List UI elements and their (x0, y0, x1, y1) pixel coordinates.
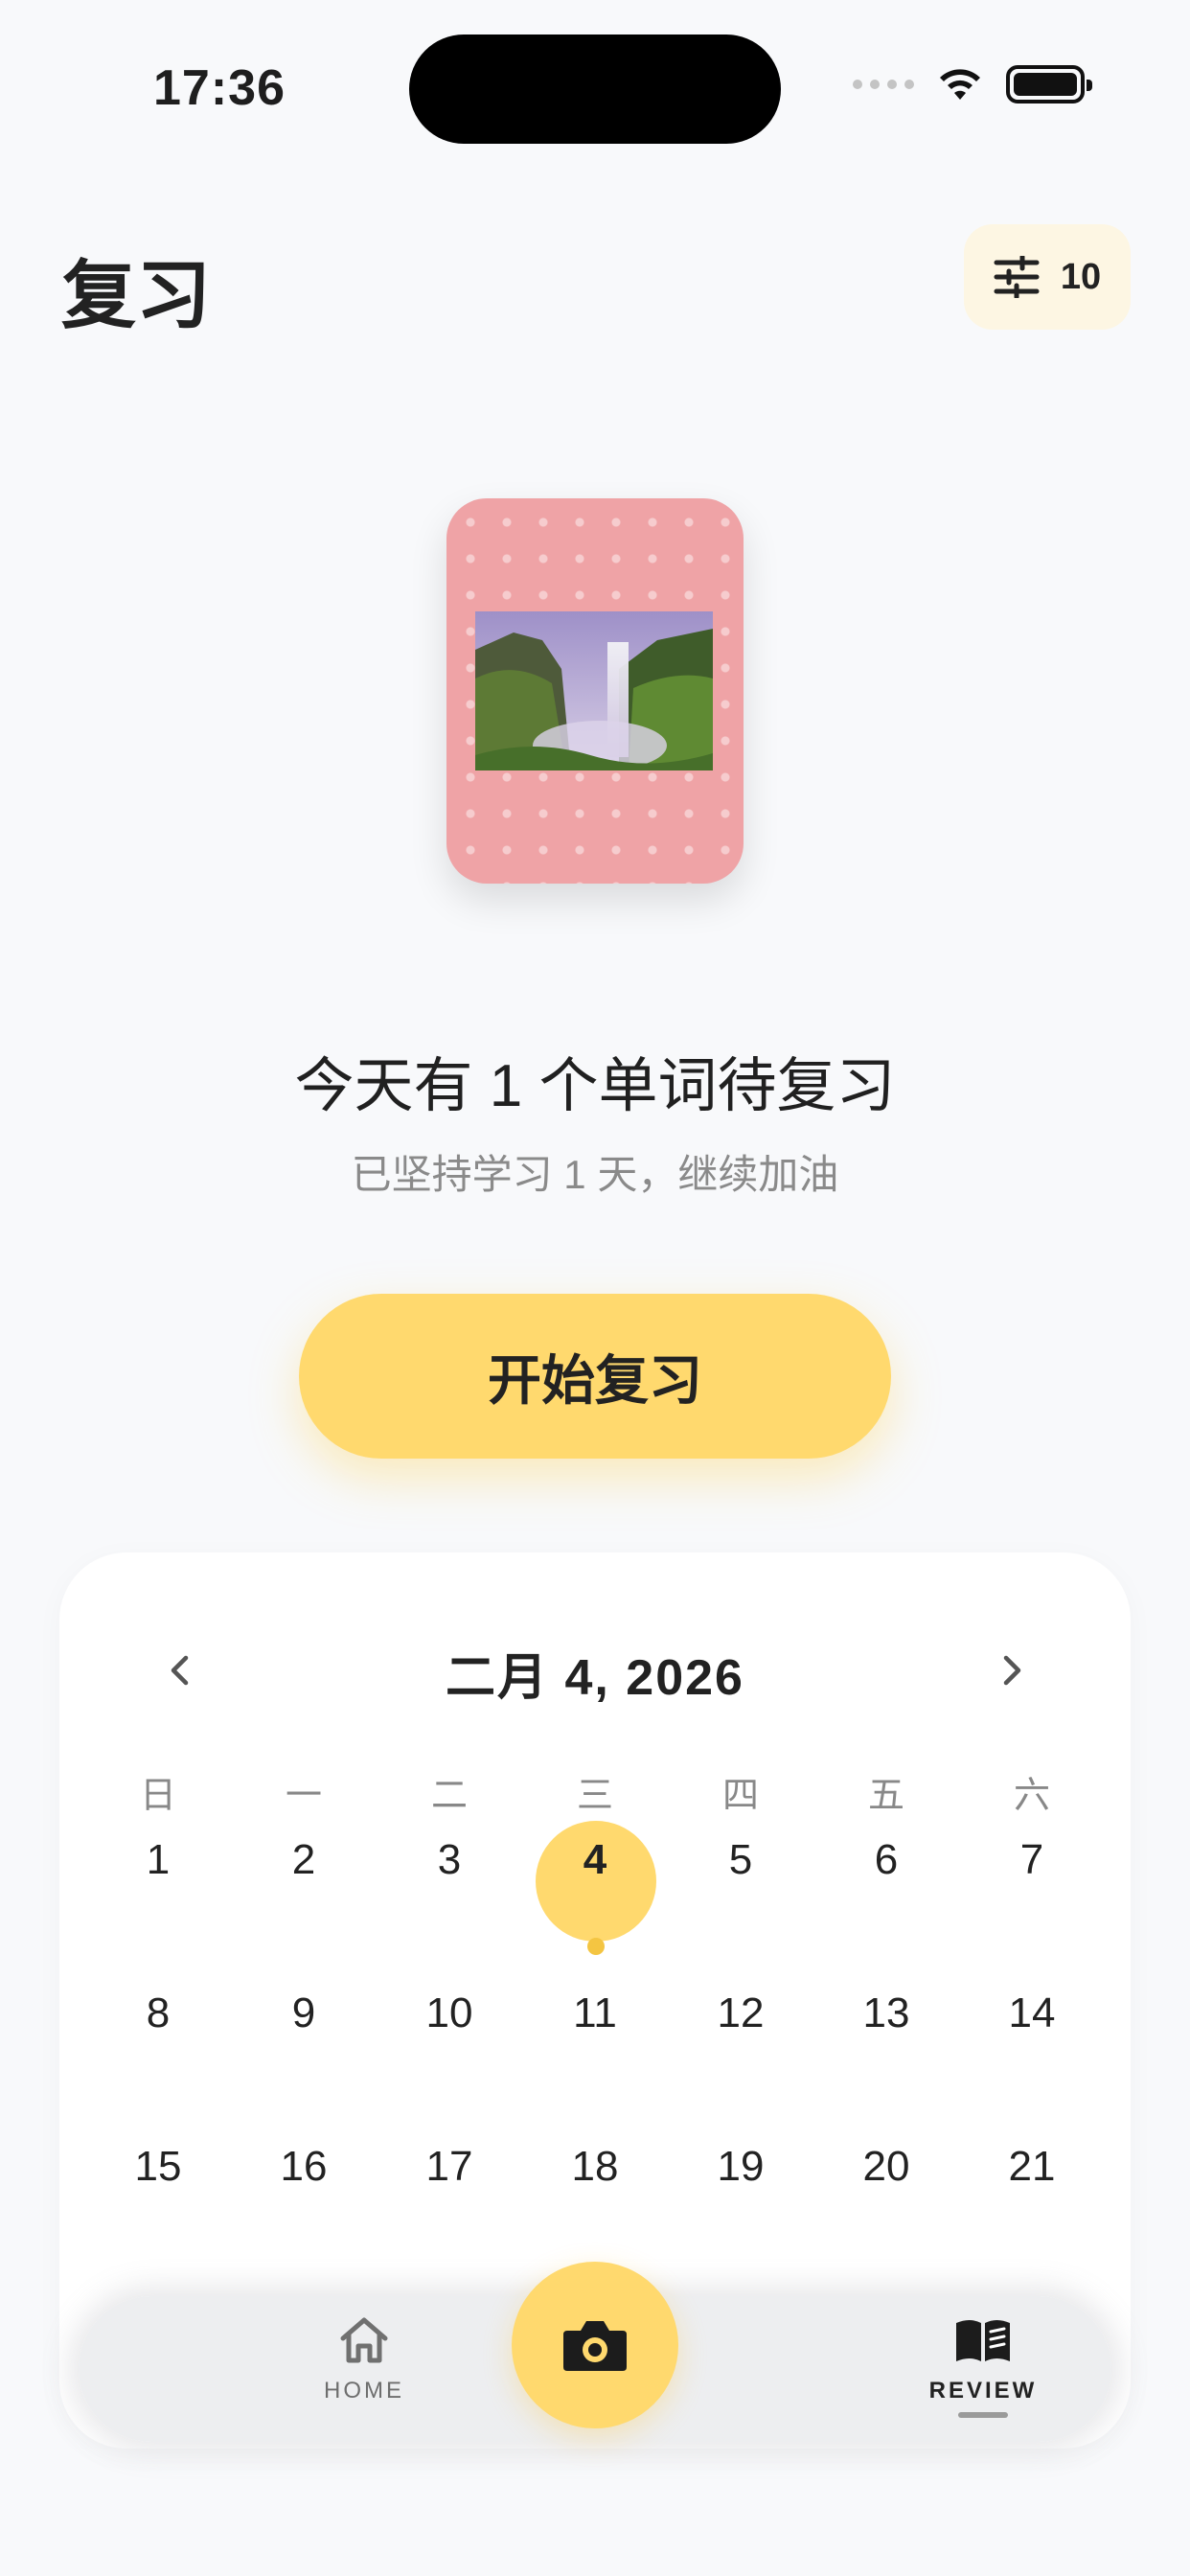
signal-icon (853, 80, 914, 89)
tab-home[interactable]: HOME (278, 2315, 450, 2404)
chevron-right-icon[interactable] (989, 1646, 1037, 1694)
tab-review[interactable]: REVIEW (897, 2315, 1069, 2418)
calendar-month-title: 二月 4, 2026 (446, 1650, 744, 1706)
calendar-day[interactable]: 3 (387, 1836, 512, 1884)
calendar-day[interactable]: 7 (970, 1836, 1094, 1884)
sliders-icon (994, 256, 1040, 298)
book-icon (956, 2320, 1010, 2361)
calendar-day[interactable]: 20 (824, 2143, 949, 2191)
calendar-day[interactable]: 5 (678, 1836, 803, 1884)
calendar-day[interactable]: 21 (970, 2143, 1094, 2191)
calendar-day[interactable]: 17 (387, 2143, 512, 2191)
calendar-day[interactable]: 2 (241, 1836, 366, 1884)
calendar-day[interactable]: 12 (678, 1990, 803, 2037)
dynamic-island (409, 34, 781, 144)
review-marker-dot (587, 1938, 605, 1955)
weekday-label: 四 (721, 1776, 759, 1816)
camera-icon (563, 2321, 627, 2371)
home-icon (340, 2317, 388, 2363)
page-title: 复习 (61, 253, 212, 337)
start-review-button[interactable]: 开始复习 (299, 1294, 891, 1459)
camera-button[interactable] (512, 2262, 678, 2428)
calendar-day[interactable]: 14 (970, 1990, 1094, 2037)
waterfall-image (475, 611, 713, 770)
review-card[interactable] (446, 498, 744, 884)
calendar-day[interactable]: 8 (96, 1990, 220, 2037)
review-headline: 今天有 1 个单词待复习 (294, 1053, 896, 1119)
calendar-day[interactable]: 19 (678, 2143, 803, 2191)
calendar-day[interactable]: 13 (824, 1990, 949, 2037)
weekday-label: 日 (139, 1776, 176, 1816)
calendar-day[interactable]: 6 (824, 1836, 949, 1884)
tab-review-label: REVIEW (928, 2378, 1038, 2404)
calendar-day[interactable]: 9 (241, 1990, 366, 2037)
tab-home-label: HOME (324, 2378, 404, 2404)
calendar-day[interactable]: 15 (96, 2143, 220, 2191)
calendar-day[interactable]: 16 (241, 2143, 366, 2191)
battery-icon (1006, 65, 1092, 104)
calendar-day[interactable]: 10 (387, 1990, 512, 2037)
daily-goal-button[interactable]: 10 (964, 224, 1131, 330)
calendar-day[interactable]: 4 (533, 1836, 657, 1884)
status-time: 17:36 (153, 60, 286, 116)
wifi-icon (940, 69, 980, 100)
weekday-label: 一 (285, 1776, 322, 1816)
review-screen: 17:36 复习 10 今天有 1 个单词待复习 已坚持学习 1 天，继续加油 … (0, 0, 1190, 2576)
tab-active-indicator (958, 2412, 1008, 2418)
weekday-label: 二 (430, 1776, 468, 1816)
daily-goal-count: 10 (1060, 256, 1102, 297)
weekday-label: 六 (1013, 1776, 1050, 1816)
calendar-day[interactable]: 1 (96, 1836, 220, 1884)
status-indicators (853, 65, 1092, 104)
calendar-day[interactable]: 18 (533, 2143, 657, 2191)
streak-text: 已坚持学习 1 天，继续加油 (351, 1152, 839, 1197)
weekday-label: 五 (867, 1776, 904, 1816)
calendar-day[interactable]: 11 (533, 1990, 657, 2037)
weekday-label: 三 (576, 1776, 613, 1816)
